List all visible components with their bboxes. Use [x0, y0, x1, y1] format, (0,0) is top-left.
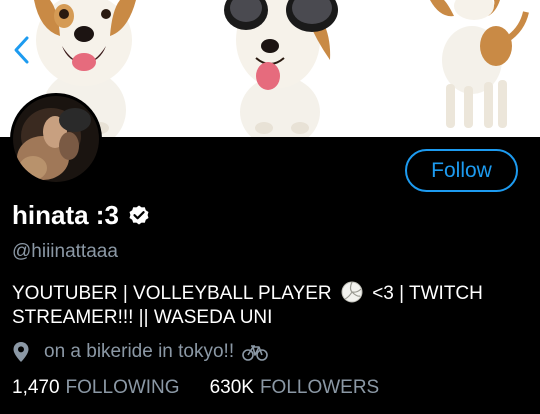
back-button[interactable]: [6, 30, 36, 70]
bio-text-1b: <3 | TWITCH: [372, 283, 483, 304]
volleyball-emoji: [341, 281, 363, 303]
followers-label: FOLLOWERS: [259, 377, 380, 398]
location-pin-icon: [13, 342, 29, 362]
bio-line-1: YOUTUBER | VOLLEYBALL PLAYER <3 | TWITCH: [12, 281, 532, 306]
dog-image-standing: [410, 0, 540, 137]
profile-location: on a bikeride in tokyo!!: [12, 341, 268, 363]
followers-count: 630K: [209, 377, 254, 398]
follow-stats: 1,470 FOLLOWING 630K FOLLOWERS: [12, 377, 379, 399]
verified-badge-icon: [129, 205, 149, 224]
followers-stat[interactable]: 630K FOLLOWERS: [210, 377, 380, 399]
profile-bio: YOUTUBER | VOLLEYBALL PLAYER <3 | TWITCH…: [12, 281, 532, 330]
user-handle: @hiiinattaaa: [12, 241, 118, 262]
bio-line-2: STREAMER!!! || WASEDA UNI: [12, 307, 273, 328]
profile-screen: Follow hinata :3 @hiiinattaaa YOUTUBER |…: [0, 0, 540, 414]
dog-image-sunglasses: [212, 0, 352, 137]
follow-button[interactable]: Follow: [405, 149, 518, 192]
following-stat[interactable]: 1,470 FOLLOWING: [12, 377, 180, 399]
bicycle-emoji: [242, 345, 268, 361]
following-count: 1,470: [12, 377, 60, 398]
display-name-text: hinata :3: [12, 200, 119, 230]
location-text: on a bikeride in tokyo!!: [44, 341, 235, 362]
avatar[interactable]: [10, 93, 102, 185]
bio-text-1a: YOUTUBER | VOLLEYBALL PLAYER: [12, 283, 332, 304]
following-label: FOLLOWING: [65, 377, 180, 398]
display-name: hinata :3: [12, 200, 151, 231]
chevron-left-icon: [14, 36, 29, 64]
